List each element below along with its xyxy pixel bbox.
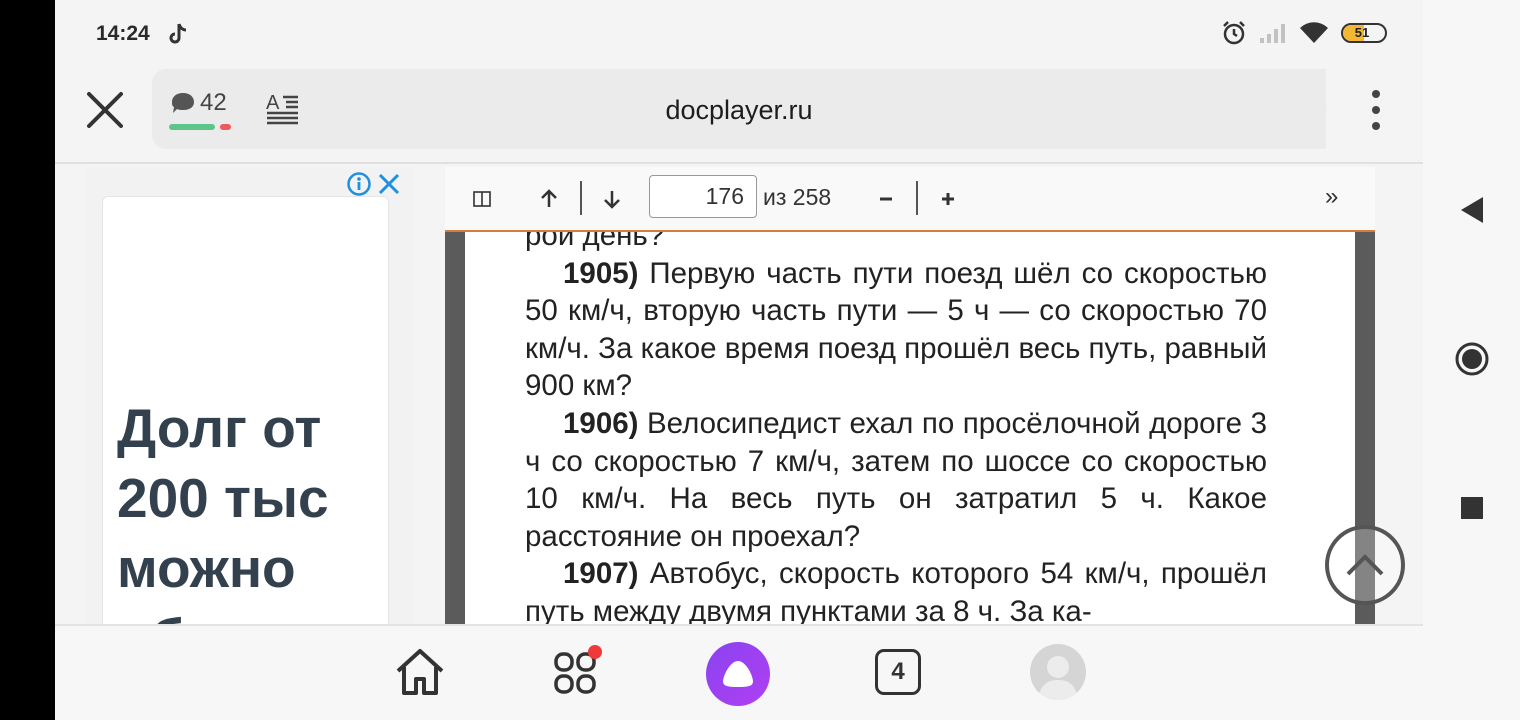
signal-icon xyxy=(1260,24,1285,43)
alarm-icon xyxy=(1223,21,1245,45)
address-bar[interactable]: 42 A docplayer.ru xyxy=(152,69,1326,149)
status-icons: 51 xyxy=(1221,20,1387,46)
problem-number: 1906) xyxy=(563,406,639,440)
ad-close-icon[interactable] xyxy=(377,172,401,196)
scroll-top-button[interactable] xyxy=(1325,525,1405,605)
wifi-icon xyxy=(1300,22,1328,43)
toolbar-separator xyxy=(916,181,918,215)
header-divider xyxy=(55,162,1423,164)
toolbar-separator xyxy=(580,181,582,215)
profile-icon[interactable] xyxy=(1030,644,1086,700)
url-text[interactable]: docplayer.ru xyxy=(152,95,1326,126)
services-icon[interactable] xyxy=(549,642,609,702)
alice-icon[interactable] xyxy=(706,642,770,706)
pdf-toolbar: 176 из 258 » xyxy=(445,167,1375,232)
toolbar-more-button[interactable]: » xyxy=(1325,183,1338,211)
arrow-up-icon[interactable] xyxy=(532,182,566,216)
battery-icon: 51 xyxy=(1341,23,1387,43)
pdf-viewer[interactable]: рой день? 1905) Первую часть пути поезд … xyxy=(445,167,1375,627)
page-total: из 258 xyxy=(763,184,832,210)
page-number-input[interactable]: 176 xyxy=(649,175,757,218)
ad-text[interactable]: Долг от 200 тыс можно обнулить xyxy=(117,393,387,635)
chevron-up-icon xyxy=(1346,554,1384,576)
zoom-in-icon[interactable] xyxy=(931,182,965,216)
problem-number: 1905) xyxy=(563,256,639,290)
tabs-icon: 4 xyxy=(875,649,921,695)
address-bar-tip xyxy=(1309,69,1327,149)
more-vertical-icon[interactable] xyxy=(1364,88,1388,132)
home-icon[interactable] xyxy=(390,642,450,702)
zoom-out-icon[interactable] xyxy=(869,182,903,216)
tiktok-icon xyxy=(169,23,187,44)
phone-screen: 14:24 51 42 A docplayer.ru Долг от 200 т… xyxy=(55,0,1423,720)
recents-icon[interactable] xyxy=(1453,489,1491,527)
tabs-button[interactable]: 4 xyxy=(868,642,928,702)
problem-1907: 1907) Автобус, скорость которого 54 км/ч… xyxy=(525,555,1267,627)
battery-level: 51 xyxy=(1354,25,1370,40)
sidebar-toggle-icon[interactable] xyxy=(465,182,499,216)
back-icon[interactable] xyxy=(1453,191,1491,229)
problem-number: 1907) xyxy=(563,557,639,591)
bottom-nav: 4 xyxy=(55,624,1423,720)
system-nav-rail xyxy=(1423,0,1520,720)
status-time: 14:24 xyxy=(96,22,150,45)
close-icon[interactable] xyxy=(85,90,125,130)
problem-1905: 1905) Первую часть пути поезд шёл со ско… xyxy=(525,255,1267,405)
info-icon[interactable] xyxy=(347,172,371,196)
home-circle-icon[interactable] xyxy=(1453,340,1491,378)
problem-1906: 1906) Велосипедист ехал по просёлочной д… xyxy=(525,405,1267,555)
arrow-down-icon[interactable] xyxy=(595,182,629,216)
ad-card[interactable]: Долг от 200 тыс можно обнулить xyxy=(102,196,389,636)
pdf-page: рой день? 1905) Первую часть пути поезд … xyxy=(465,219,1355,627)
ad-panel: Долг от 200 тыс можно обнулить xyxy=(85,167,415,636)
pdf-text: рой день? 1905) Первую часть пути поезд … xyxy=(525,217,1267,627)
